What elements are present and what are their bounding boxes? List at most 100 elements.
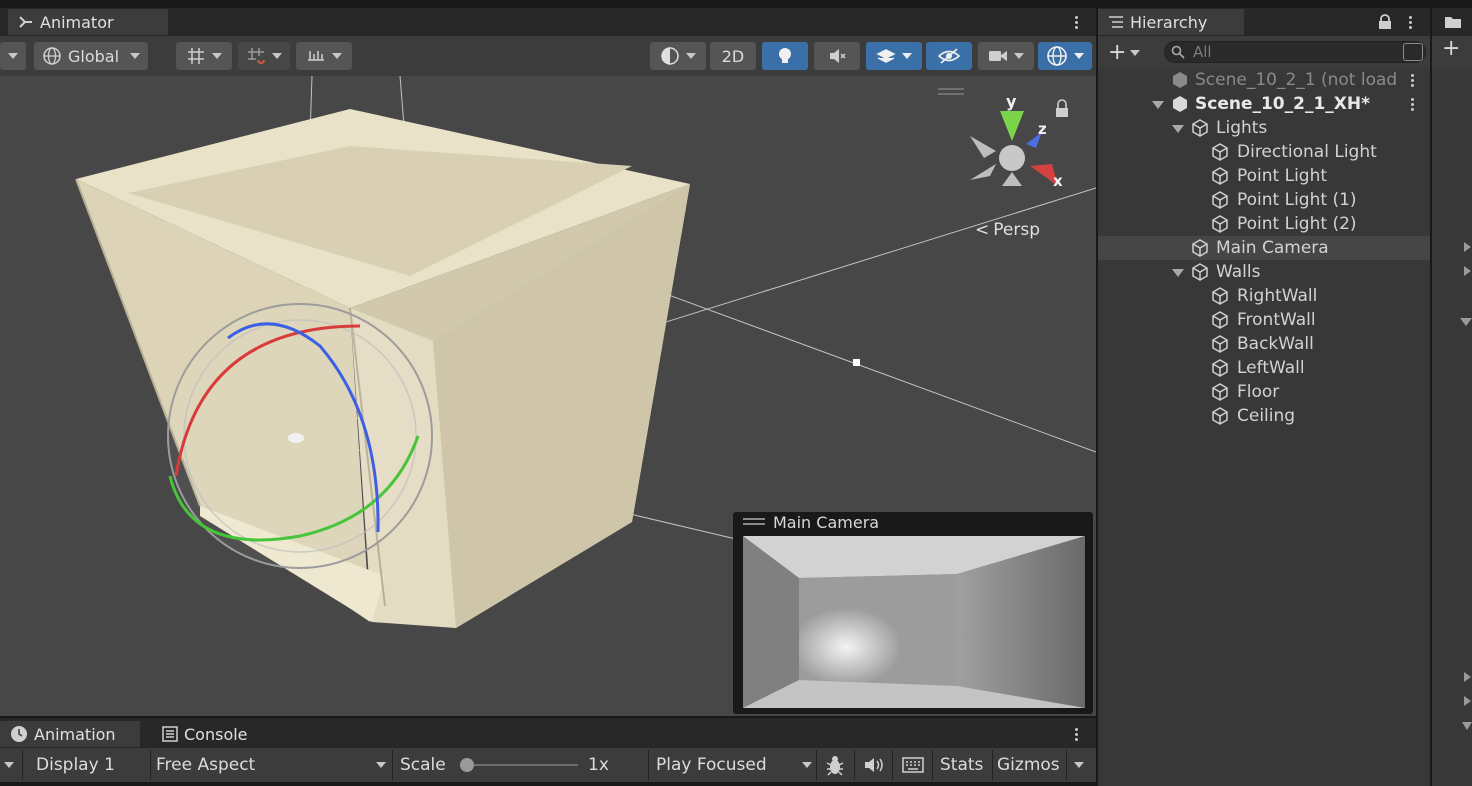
- scene-tab-bar: Animator: [0, 8, 1096, 36]
- play-mode-dropdown[interactable]: Play Focused: [656, 752, 812, 778]
- tree-item-label: BackWall: [1237, 334, 1314, 354]
- view-mode-label: Persp: [993, 220, 1040, 240]
- tree-item-main-camera[interactable]: Main Camera: [1098, 236, 1430, 260]
- global-label: Global: [68, 46, 120, 66]
- keyboard-icon: [902, 757, 924, 773]
- camera-icon: [989, 51, 1007, 61]
- increment-snap-button[interactable]: [238, 42, 290, 70]
- stats-button[interactable]: Stats: [940, 752, 983, 778]
- game-view-dropdown[interactable]: [4, 752, 14, 778]
- gizmos-toggle-dropdown[interactable]: [1038, 42, 1092, 70]
- scene-viewport[interactable]: y z x < Persp Main Camera: [0, 76, 1096, 716]
- plus-icon: +: [1108, 40, 1127, 65]
- project-arrows-icon[interactable]: [1462, 242, 1472, 282]
- tree-item-frontwall[interactable]: FrontWall: [1098, 308, 1430, 332]
- gizmo-globe-icon: [1047, 46, 1067, 66]
- folder-icon[interactable]: [1444, 15, 1462, 29]
- 2d-label: 2D: [721, 46, 745, 66]
- tree-item-label: FrontWall: [1237, 310, 1316, 330]
- mute-audio-button[interactable]: [860, 752, 888, 778]
- aspect-dropdown[interactable]: Free Aspect: [156, 752, 386, 778]
- shading-mode-icon: [661, 47, 679, 65]
- tree-item-directional-light[interactable]: Directional Light: [1098, 140, 1430, 164]
- ruler-snap-button[interactable]: [296, 42, 352, 70]
- tab-animation[interactable]: Animation: [0, 721, 140, 747]
- tab-hierarchy-label: Hierarchy: [1130, 12, 1208, 32]
- tree-item-label: RightWall: [1237, 286, 1318, 306]
- gameobject-cube-icon: [1192, 119, 1208, 137]
- lighting-toggle-button[interactable]: [762, 42, 808, 70]
- tree-item-point-light-1[interactable]: Point Light (1): [1098, 188, 1430, 212]
- tree-item-backwall[interactable]: BackWall: [1098, 332, 1430, 356]
- tree-item-point-light[interactable]: Point Light: [1098, 164, 1430, 188]
- gizmos-button[interactable]: Gizmos: [997, 752, 1060, 778]
- tree-item-unloaded-scene[interactable]: Scene_10_2_1 (not load: [1098, 68, 1430, 92]
- tree-item-label: LeftWall: [1237, 358, 1305, 378]
- hierarchy-toolbar: + All: [1098, 36, 1430, 68]
- tree-item-ceiling[interactable]: Ceiling: [1098, 404, 1430, 428]
- effects-dropdown[interactable]: [866, 42, 922, 70]
- tree-item-floor[interactable]: Floor: [1098, 380, 1430, 404]
- expand-arrow-icon[interactable]: [1172, 269, 1184, 277]
- grid-snap-icon: [188, 48, 204, 64]
- tab-console[interactable]: Console: [152, 721, 258, 747]
- tab-hierarchy[interactable]: Hierarchy: [1098, 9, 1244, 35]
- tree-item-rightwall[interactable]: RightWall: [1098, 284, 1430, 308]
- tree-item-leftwall[interactable]: LeftWall: [1098, 356, 1430, 380]
- tree-item-label: Point Light: [1237, 166, 1328, 186]
- gizmos-label: Gizmos: [997, 755, 1060, 775]
- scale-thumb[interactable]: [460, 758, 474, 772]
- tab-animator[interactable]: Animator: [8, 9, 168, 35]
- game-panel-menu-icon[interactable]: [1068, 724, 1084, 744]
- display-dropdown[interactable]: Display 1: [36, 752, 148, 778]
- effects-layers-icon: [876, 49, 896, 63]
- draw-mode-dropdown[interactable]: [650, 42, 706, 70]
- scene-row-menu-icon[interactable]: [1404, 94, 1420, 114]
- 2d-toggle-button[interactable]: 2D: [710, 42, 756, 70]
- gizmos-dropdown[interactable]: [1074, 752, 1084, 778]
- tool-dropdown-button[interactable]: [0, 42, 26, 70]
- view-mode-toggle[interactable]: < Persp: [975, 220, 1040, 240]
- axis-y-label: y: [1006, 92, 1017, 111]
- project-expand-icon[interactable]: [1460, 316, 1472, 326]
- grid-snap-button[interactable]: [176, 42, 232, 70]
- create-object-dropdown[interactable]: +: [1108, 40, 1141, 65]
- lock-icon[interactable]: [1378, 14, 1392, 30]
- scale-slider[interactable]: Scale 1x: [400, 752, 640, 778]
- tree-item-label: Ceiling: [1237, 406, 1296, 426]
- tree-item-point-light-2[interactable]: Point Light (2): [1098, 212, 1430, 236]
- camera-preview-window: Main Camera: [733, 512, 1093, 714]
- tree-item-walls[interactable]: Walls: [1098, 260, 1430, 284]
- gameobject-cube-icon: [1212, 167, 1228, 185]
- hierarchy-tree: Scene_10_2_1 (not load Scene_10_2_1_XH* …: [1098, 68, 1430, 786]
- project-arrows-lower-icon[interactable]: [1462, 672, 1472, 732]
- magnet-grid-icon: [248, 48, 265, 64]
- bug-icon: [826, 756, 844, 776]
- tree-item-lights[interactable]: Lights: [1098, 116, 1430, 140]
- search-placeholder: All: [1193, 43, 1212, 61]
- search-expand-icon[interactable]: [1403, 43, 1423, 61]
- audio-toggle-button[interactable]: [814, 42, 860, 70]
- tree-item-label: Scene_10_2_1 (not load: [1195, 70, 1398, 90]
- tree-item-active-scene[interactable]: Scene_10_2_1_XH*: [1098, 92, 1430, 116]
- tab-animator-label: Animator: [40, 12, 114, 32]
- scene-panel-menu-icon[interactable]: [1068, 12, 1084, 32]
- game-tab-bar: Animation Console: [0, 718, 1096, 748]
- visibility-toggle-button[interactable]: [926, 42, 972, 70]
- scale-track: [468, 764, 578, 766]
- globe-icon: [43, 47, 61, 65]
- scene-row-menu-icon[interactable]: [1404, 70, 1420, 90]
- hierarchy-search-field[interactable]: All: [1164, 41, 1426, 63]
- debug-bug-button[interactable]: [822, 752, 848, 778]
- tree-item-label: Floor: [1237, 382, 1280, 402]
- global-pivot-dropdown[interactable]: Global: [34, 42, 148, 70]
- keyboard-shortcuts-button[interactable]: [898, 752, 928, 778]
- expand-arrow-icon[interactable]: [1172, 125, 1184, 133]
- camera-preview-title: Main Camera: [773, 513, 880, 532]
- hierarchy-menu-icon[interactable]: [1402, 12, 1418, 32]
- animator-icon: [19, 16, 32, 28]
- scene-camera-dropdown[interactable]: [978, 42, 1034, 70]
- expand-arrow-icon[interactable]: [1152, 101, 1164, 109]
- project-plus-icon[interactable]: +: [1442, 36, 1460, 61]
- tree-item-label: Directional Light: [1237, 142, 1377, 162]
